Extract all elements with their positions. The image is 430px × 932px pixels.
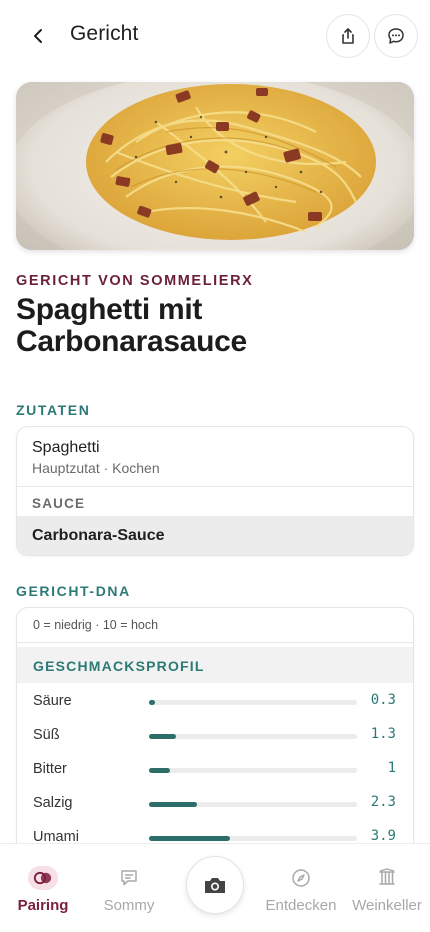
camera-button[interactable] [186,856,244,914]
metric-row-bitter: Bitter 1 [17,753,413,787]
nav-sommy[interactable]: Sommy [98,844,160,932]
metric-value: 0.3 [370,692,396,708]
nav-entdecken[interactable]: Entdecken [262,844,340,932]
dish-source-label: GERICHT VON SOMMELIERX [16,273,254,289]
taste-profile-label: GESCHMACKSPROFIL [33,658,205,674]
ingredient-meta: Hauptzutat · Kochen [32,460,160,476]
sauce-label: SAUCE [32,496,86,511]
divider [17,642,413,643]
metric-name: Säure [33,693,72,709]
metric-row-suess: Süß 1.3 [17,719,413,753]
camera-icon [205,878,225,893]
metric-bar-fill [149,700,156,705]
dish-photo [16,82,414,250]
metric-bar-fill [149,768,170,773]
sauce-name: Carbonara-Sauce [32,527,165,544]
page-title: Gericht [70,22,139,45]
metric-bar-fill [149,802,197,807]
wine-rack-icon [379,868,395,885]
nav-label: Weinkeller [352,897,422,914]
chat-button[interactable] [374,14,418,58]
chevron-left-icon [34,29,42,43]
ingredients-section-label: ZUTATEN [16,402,91,418]
metric-name: Süß [33,727,60,743]
bottom-nav: Pairing Sommy Entdecken Weinkeller [0,843,430,932]
metric-name: Bitter [33,761,67,777]
share-icon [342,28,354,44]
back-button[interactable] [22,20,54,52]
compass-icon [292,869,310,887]
dish-title: Spaghetti mit Carbonarasauce [16,293,247,358]
metric-value: 3.9 [370,828,396,844]
metric-value: 1 [387,760,396,776]
metric-bar-track [149,734,357,739]
metric-bar-track [149,836,357,841]
dna-section-label: GERICHT-DNA [16,583,131,599]
metric-bar-track [149,768,357,773]
scale-note: 0 = niedrig · 10 = hoch [33,618,159,632]
metric-row-saeure: Säure 0.3 [17,685,413,719]
share-button[interactable] [326,14,370,58]
nav-label: Sommy [103,897,155,914]
metric-row-salzig: Salzig 2.3 [17,787,413,821]
chat-bubble-icon [388,28,404,44]
metric-bar-fill [149,836,231,841]
metric-bar-fill [149,734,177,739]
ingredients-card: Spaghetti Hauptzutat · Kochen SAUCE Carb… [16,426,414,556]
nav-label: Pairing [17,897,69,914]
dna-card: 0 = niedrig · 10 = hoch GESCHMACKSPROFIL… [16,607,414,867]
ingredient-name: Spaghetti [32,439,100,456]
sauce-row[interactable]: Carbonara-Sauce [17,516,413,555]
metric-bar-track [149,802,357,807]
divider [17,486,413,487]
nav-label: Entdecken [265,897,337,914]
metric-name: Salzig [33,795,73,811]
metric-bar-track [149,700,357,705]
top-bar: Gericht [0,0,430,72]
nav-pairing[interactable]: Pairing [14,844,72,932]
metric-value: 1.3 [370,726,396,742]
metric-value: 2.3 [370,794,396,810]
taste-profile-header: GESCHMACKSPROFIL [17,647,413,683]
nav-weinkeller[interactable]: Weinkeller [348,844,426,932]
chat-icon [121,870,137,886]
pairing-circles-icon [28,866,58,890]
